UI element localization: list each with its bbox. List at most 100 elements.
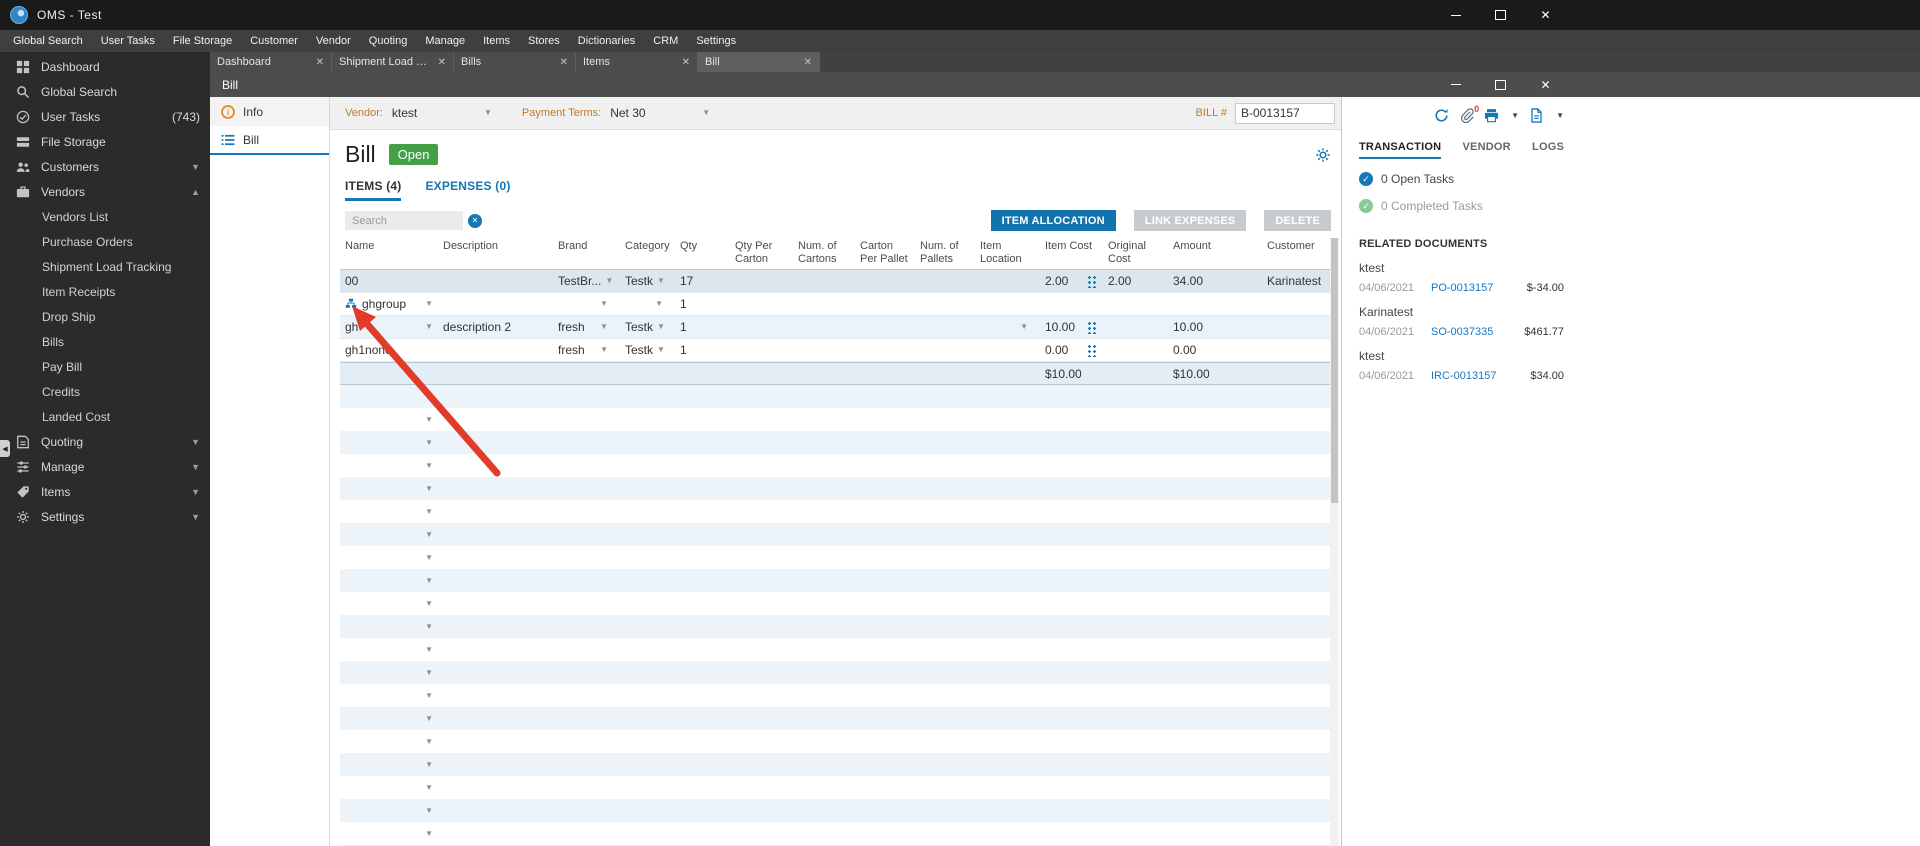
item-allocation-button[interactable]: ITEM ALLOCATION: [990, 210, 1116, 231]
cell-dropdown-caret-icon[interactable]: ▼: [653, 346, 665, 354]
refresh-icon[interactable]: [1434, 108, 1449, 123]
document-tab-shipment-load-trac[interactable]: Shipment Load Trac...✕: [332, 52, 454, 72]
menu-item-crm[interactable]: CRM: [644, 35, 687, 47]
empty-table-row[interactable]: ▼: [340, 569, 1330, 593]
print-icon[interactable]: [1484, 108, 1499, 123]
empty-table-row[interactable]: ▼: [340, 454, 1330, 477]
inner-close-button[interactable]: ✕: [1523, 72, 1568, 97]
cell-dropdown-caret-icon[interactable]: ▼: [651, 300, 663, 308]
nav-item-info[interactable]: i Info: [210, 97, 329, 126]
empty-table-row[interactable]: ▼: [340, 638, 1330, 661]
cell-dropdown-caret-icon[interactable]: ▼: [653, 323, 665, 331]
menu-item-quoting[interactable]: Quoting: [360, 35, 417, 47]
empty-table-row[interactable]: ▼: [340, 753, 1330, 777]
cell-dropdown-caret-icon[interactable]: ▼: [596, 346, 608, 354]
cell-dropdown-caret-icon[interactable]: ▼: [421, 553, 433, 562]
empty-table-row[interactable]: ▼: [340, 592, 1330, 615]
empty-table-row[interactable]: ▼: [340, 661, 1330, 685]
sidebar-item-file-storage[interactable]: File Storage: [0, 129, 210, 154]
cell-dropdown-caret-icon[interactable]: ▼: [421, 461, 433, 470]
empty-table-row[interactable]: ▼: [340, 523, 1330, 547]
sidebar-item-credits[interactable]: Credits: [0, 379, 210, 404]
empty-table-row[interactable]: ▼: [340, 615, 1330, 639]
table-row-gh[interactable]: gh ▼ description 2 fresh ▼ Testk ▼ 1 ▼ 10.00 10.00: [340, 316, 1330, 340]
cell-dropdown-caret-icon[interactable]: ▼: [421, 415, 433, 424]
tab-close-icon[interactable]: ✕: [676, 57, 690, 68]
sidebar-item-drop-ship[interactable]: Drop Ship: [0, 304, 210, 329]
row-menu-dots-icon[interactable]: [1087, 343, 1096, 358]
sidebar-item-global-search[interactable]: Global Search: [0, 79, 210, 104]
empty-table-row[interactable]: ▼: [340, 431, 1330, 455]
menu-item-user-tasks[interactable]: User Tasks: [92, 35, 164, 47]
document-tab-items[interactable]: Items ✕: [576, 52, 698, 72]
empty-table-row[interactable]: ▼: [340, 408, 1330, 431]
tab-close-icon[interactable]: ✕: [554, 57, 568, 68]
clear-search-icon[interactable]: ✕: [468, 213, 482, 228]
related-document-link[interactable]: PO-0013157: [1431, 282, 1493, 294]
empty-table-row[interactable]: ▼: [340, 546, 1330, 569]
close-button[interactable]: ✕: [1523, 0, 1568, 30]
menu-item-items[interactable]: Items: [474, 35, 519, 47]
cell-dropdown-caret-icon[interactable]: ▼: [421, 714, 433, 723]
cell-dropdown-caret-icon[interactable]: ▼: [421, 737, 433, 746]
menu-item-settings[interactable]: Settings: [687, 35, 745, 47]
document-tab-bills[interactable]: Bills ✕: [454, 52, 576, 72]
cell-dropdown-caret-icon[interactable]: ▼: [653, 277, 665, 285]
empty-table-row[interactable]: ▼: [340, 500, 1330, 523]
panel-tab-vendor[interactable]: VENDOR: [1463, 141, 1511, 159]
scrollbar-thumb[interactable]: [1331, 238, 1338, 503]
row-menu-dots-icon[interactable]: [1087, 274, 1096, 289]
sidebar-item-bills[interactable]: Bills: [0, 329, 210, 354]
minimize-button[interactable]: [1433, 0, 1478, 30]
empty-table-row[interactable]: ▼: [340, 385, 1330, 409]
table-row-ghgroup[interactable]: ghgroup ▼ ▼ ▼ 1: [340, 293, 1330, 317]
menu-item-vendor[interactable]: Vendor: [307, 35, 360, 47]
related-document-link[interactable]: SO-0037335: [1431, 326, 1493, 338]
document-tab-bill[interactable]: Bill ✕: [698, 52, 820, 72]
cell-dropdown-caret-icon[interactable]: ▼: [421, 300, 433, 308]
menu-item-manage[interactable]: Manage: [416, 35, 474, 47]
sidebar-item-dashboard[interactable]: Dashboard: [0, 54, 210, 79]
empty-table-row[interactable]: ▼: [340, 477, 1330, 501]
search-input[interactable]: [345, 211, 463, 230]
sidebar-item-user-tasks[interactable]: User Tasks (743): [0, 104, 210, 129]
cell-dropdown-caret-icon[interactable]: ▼: [421, 760, 433, 769]
document-tab-dashboard[interactable]: Dashboard ✕: [210, 52, 332, 72]
tab-close-icon[interactable]: ✕: [310, 57, 324, 68]
cell-dropdown-caret-icon[interactable]: ▼: [421, 622, 433, 631]
settings-gear-icon[interactable]: [1315, 147, 1331, 163]
cell-dropdown-caret-icon[interactable]: ▼: [421, 691, 433, 700]
cell-dropdown-caret-icon[interactable]: ▼: [421, 806, 433, 815]
link-expenses-button[interactable]: LINK EXPENSES: [1133, 210, 1247, 231]
sidebar-item-purchase-orders[interactable]: Purchase Orders: [0, 229, 210, 254]
menu-item-global-search[interactable]: Global Search: [4, 35, 92, 47]
delete-button[interactable]: DELETE: [1264, 210, 1331, 231]
table-row-00[interactable]: 00 TestBr... ▼ Testk ▼ 17 2.00 2.00 34.00 Karinat…: [340, 270, 1330, 294]
cell-dropdown-caret-icon[interactable]: ▼: [601, 277, 613, 285]
sidebar-item-manage[interactable]: Manage ▼: [0, 454, 210, 479]
sidebar-item-pay-bill[interactable]: Pay Bill: [0, 354, 210, 379]
empty-table-row[interactable]: ▼: [340, 776, 1330, 799]
row-menu-dots-icon[interactable]: [1087, 320, 1096, 335]
menu-item-dictionaries[interactable]: Dictionaries: [569, 35, 644, 47]
empty-table-row[interactable]: ▼: [340, 730, 1330, 753]
menu-item-customer[interactable]: Customer: [241, 35, 307, 47]
cell-dropdown-caret-icon[interactable]: ▼: [421, 530, 433, 539]
attachment-icon[interactable]: 0: [1459, 104, 1479, 123]
sidebar-item-item-receipts[interactable]: Item Receipts: [0, 279, 210, 304]
table-scrollbar[interactable]: [1330, 238, 1339, 846]
sidebar-item-settings[interactable]: Settings ▼: [0, 504, 210, 529]
tab-close-icon[interactable]: ✕: [432, 57, 446, 68]
sidebar-collapse-button[interactable]: ◀: [0, 440, 10, 457]
empty-table-row[interactable]: ▼: [340, 684, 1330, 707]
chevron-down-icon[interactable]: ▼: [1556, 111, 1564, 120]
sidebar-item-landed-cost[interactable]: Landed Cost: [0, 404, 210, 429]
related-document-link[interactable]: IRC-0013157: [1431, 370, 1496, 382]
cell-dropdown-caret-icon[interactable]: ▼: [1016, 323, 1028, 331]
cell-dropdown-caret-icon[interactable]: ▼: [421, 829, 433, 838]
tab-close-icon[interactable]: ✕: [798, 57, 812, 68]
maximize-button[interactable]: [1478, 0, 1523, 30]
empty-table-row[interactable]: ▼: [340, 707, 1330, 731]
table-row-gh1none[interactable]: gh1none fresh ▼ Testk ▼ 1 0.00 0.00: [340, 339, 1330, 363]
sidebar-item-shipment-load-tracking[interactable]: Shipment Load Tracking: [0, 254, 210, 279]
